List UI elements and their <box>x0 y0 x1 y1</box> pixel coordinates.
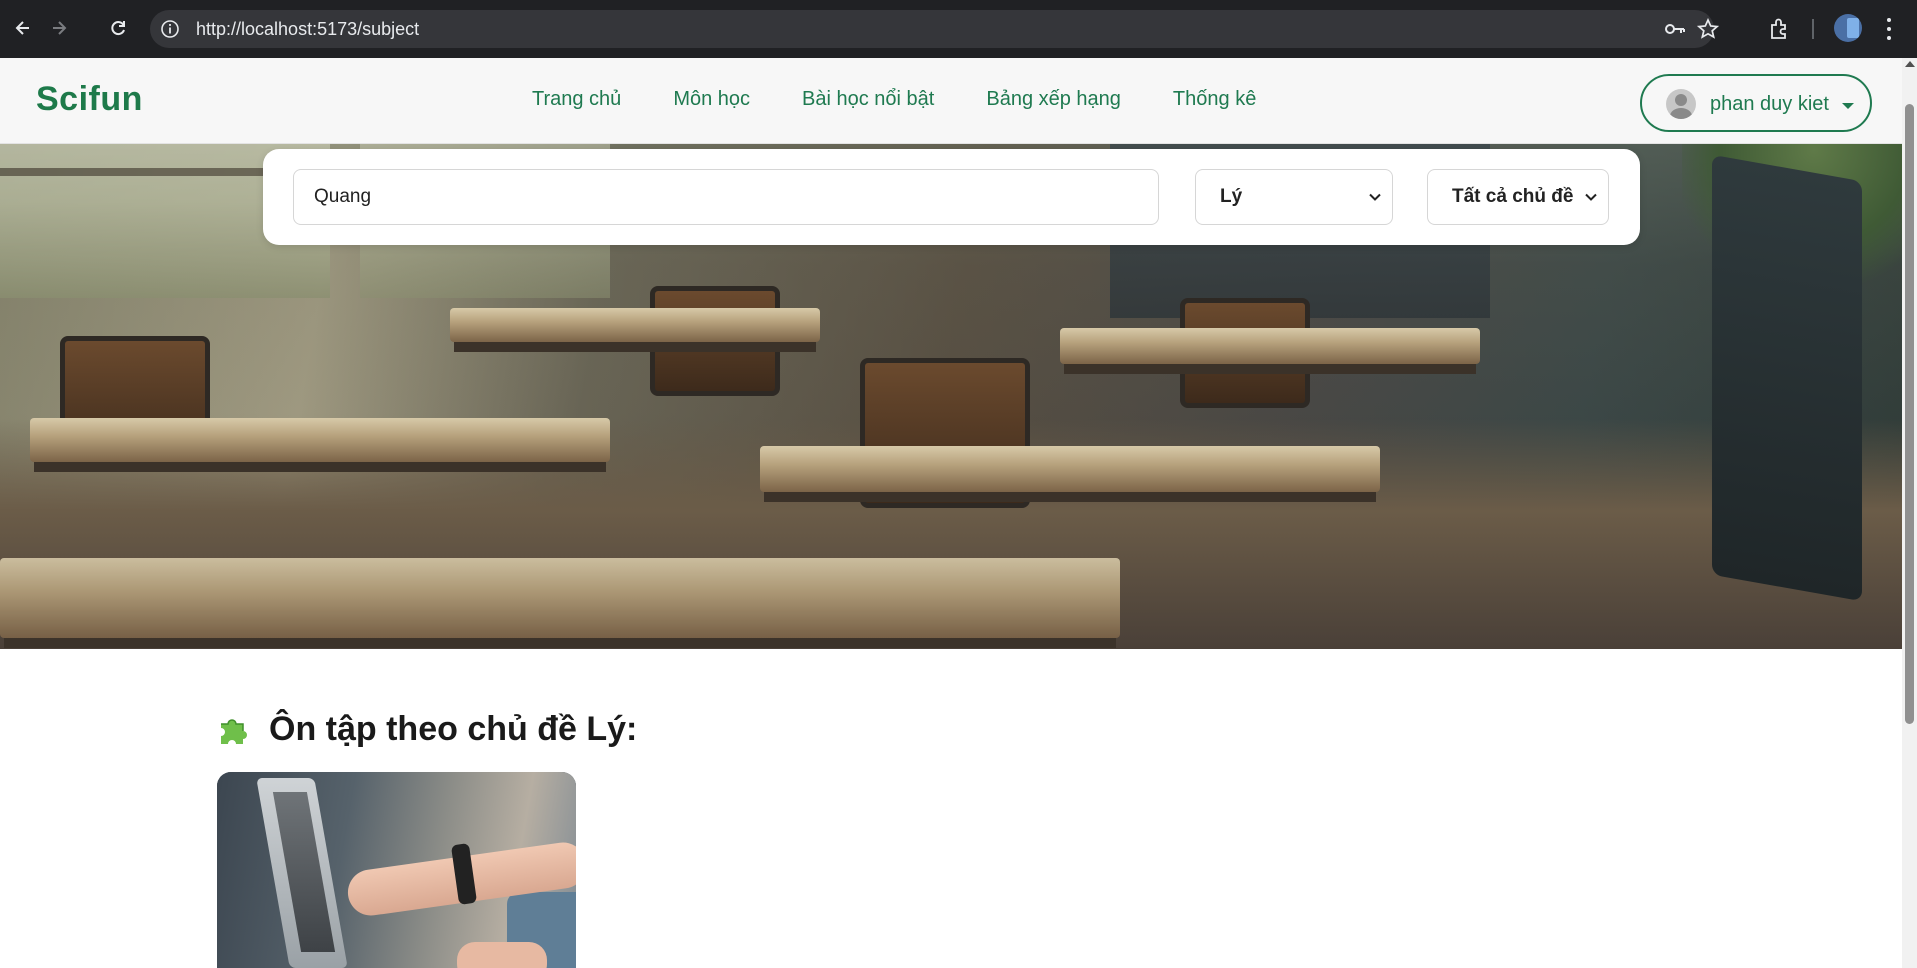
user-avatar-icon <box>1666 89 1696 119</box>
hero-desk <box>1060 328 1480 364</box>
scrollbar-thumb[interactable] <box>1905 104 1914 724</box>
back-arrow-icon <box>15 21 29 35</box>
profile-avatar-icon[interactable] <box>1834 14 1862 42</box>
site-info-icon[interactable] <box>160 19 180 39</box>
bookmark-star-icon[interactable] <box>1697 18 1719 40</box>
hero-desk <box>450 308 820 342</box>
user-menu-button[interactable]: phan duy kiet <box>1640 74 1872 132</box>
topic-card[interactable] <box>217 772 576 968</box>
reload-button[interactable] <box>103 13 133 43</box>
browser-toolbar: http://localhost:5173/subject <box>0 0 1917 58</box>
browser-menu-icon[interactable] <box>1884 16 1894 42</box>
address-bar[interactable]: http://localhost:5173/subject <box>150 10 1719 48</box>
site-navbar: Scifun Trang chủ Môn học Bài học nổi bật… <box>0 58 1902 144</box>
subject-select-value: Lý <box>1220 186 1243 207</box>
extensions-puzzle-icon[interactable] <box>1767 16 1793 42</box>
nav-link-subjects[interactable]: Môn học <box>673 88 750 111</box>
card-image-hand <box>457 942 547 968</box>
search-input[interactable] <box>293 169 1159 225</box>
puzzle-piece-icon <box>221 718 247 744</box>
nav-link-statistics[interactable]: Thống kê <box>1173 88 1256 111</box>
section-heading: Ôn tập theo chủ đề Lý: <box>217 710 637 749</box>
page-scrollbar[interactable] <box>1902 58 1917 968</box>
back-button[interactable] <box>8 13 38 43</box>
chevron-down-icon <box>1585 193 1597 201</box>
nav-link-featured-lessons[interactable]: Bài học nổi bật <box>802 88 934 111</box>
nav-link-home[interactable]: Trang chủ <box>532 88 621 111</box>
topic-select-value: Tất cả chủ đề <box>1452 186 1574 207</box>
password-key-icon[interactable] <box>1664 19 1686 39</box>
main-nav: Trang chủ Môn học Bài học nổi bật Bảng x… <box>532 88 1256 111</box>
search-filter-panel: Lý Tất cả chủ đề <box>263 149 1640 245</box>
nav-link-leaderboard[interactable]: Bảng xếp hạng <box>986 88 1121 111</box>
forward-arrow-icon <box>53 21 67 35</box>
user-name: phan duy kiet <box>1710 93 1829 115</box>
toolbar-separator <box>1812 19 1814 39</box>
chevron-down-icon <box>1369 193 1381 201</box>
hero-blackboard <box>1712 154 1862 602</box>
section-title: Ôn tập theo chủ đề Lý: <box>269 710 638 748</box>
brand-logo[interactable]: Scifun <box>36 80 143 119</box>
forward-button[interactable] <box>44 13 74 43</box>
topic-select[interactable]: Tất cả chủ đề <box>1427 169 1609 225</box>
hero-desk <box>0 558 1120 638</box>
page-viewport: Scifun Trang chủ Môn học Bài học nổi bật… <box>0 58 1917 968</box>
scroll-up-arrow-icon[interactable] <box>1905 61 1915 67</box>
hero-classroom-image <box>0 58 1902 649</box>
url-text[interactable]: http://localhost:5173/subject <box>196 19 419 39</box>
reload-icon <box>111 21 125 36</box>
hero-desk <box>760 446 1380 492</box>
subject-select[interactable]: Lý <box>1195 169 1393 225</box>
hero-desk <box>30 418 610 462</box>
dropdown-caret-icon <box>1842 103 1854 109</box>
